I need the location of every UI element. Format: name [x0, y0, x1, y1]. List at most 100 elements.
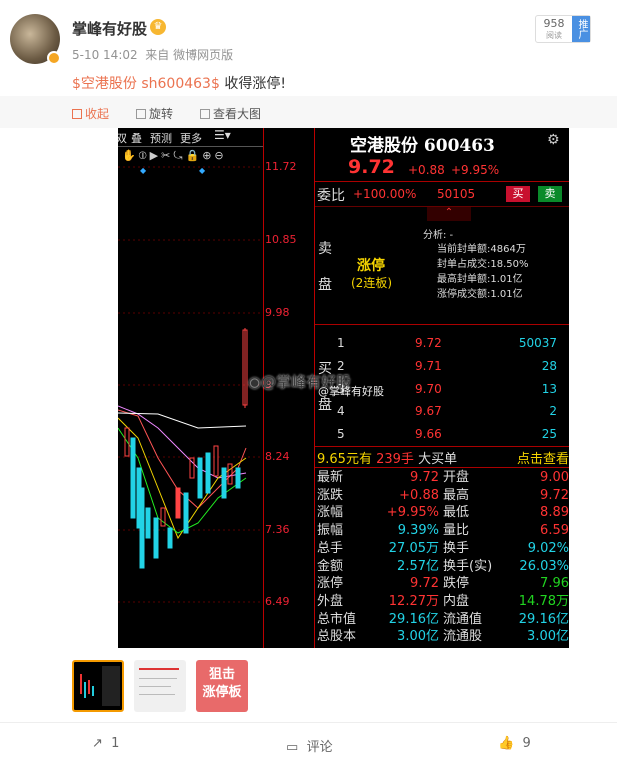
- stat-value: 29.16亿: [518, 611, 569, 627]
- price-change-pct: +9.95%: [451, 163, 500, 177]
- rotate-label: 旋转: [149, 107, 174, 121]
- crown-badge-icon: ♛: [150, 19, 166, 35]
- weibi-label: 委比: [317, 188, 345, 204]
- bid-price: 9.66: [415, 427, 442, 442]
- stat-value: 8.89: [540, 505, 569, 521]
- stat-value: 9.72: [410, 576, 439, 592]
- sell-side-label: 卖: [318, 241, 332, 257]
- thumb-text: 涨停板: [202, 685, 242, 700]
- promote-button[interactable]: 958 阅读 推广: [535, 15, 591, 43]
- stats-row: 涨跌 +0.88 最高 9.72: [317, 487, 569, 505]
- stats-row: 涨停 9.72 跌停 7.96: [317, 575, 569, 593]
- stock-name: 空港股份 600463: [350, 136, 495, 156]
- media-toolbar: 收起 旋转 查看大图: [0, 96, 617, 128]
- bid-volume: 50037: [518, 336, 557, 350]
- info-value: 18.50%: [490, 259, 529, 270]
- stat-value: 14.78万: [518, 593, 569, 609]
- info-key: 封单占成交:: [437, 259, 491, 270]
- stats-row: 外盘 12.27万 内盘 14.78万: [317, 593, 569, 611]
- bid-price: 9.71: [415, 358, 442, 373]
- price-label: 10.85: [265, 233, 297, 246]
- stat-value: 9.72: [410, 470, 439, 485]
- sell-side-label-2: 盘: [318, 277, 332, 293]
- buy-button[interactable]: 买: [506, 186, 530, 202]
- stat-value: 9.39%: [397, 523, 439, 539]
- thumbnail-1[interactable]: [72, 660, 124, 712]
- thumbs-up-icon: 👍: [498, 736, 515, 751]
- big-order-row[interactable]: 9.65元有 239手 大买单 点击查看: [317, 448, 569, 467]
- stat-label: 内盘: [443, 593, 470, 609]
- stat-label: 跌停: [443, 576, 470, 592]
- stat-label: 最低: [443, 505, 470, 521]
- big-order-price: 9.65元有: [317, 452, 372, 467]
- comment-label: 评论: [306, 740, 333, 755]
- bid-price: 9.67: [415, 404, 442, 419]
- like-count: 9: [522, 736, 531, 751]
- like-button[interactable]: 👍 9: [498, 736, 531, 751]
- verified-badge-icon: [47, 51, 61, 65]
- stat-value: 26.03%: [519, 558, 569, 574]
- bid-row: 4 9.67 2: [337, 400, 567, 423]
- settings-icon[interactable]: ⚙: [547, 132, 560, 148]
- stat-label: 最高: [443, 487, 470, 503]
- price-change: +0.88: [408, 163, 445, 177]
- stat-label: 流通值: [443, 611, 483, 627]
- stats-row: 总市值 29.16亿 流通值 29.16亿: [317, 611, 569, 629]
- limit-up-sub: (2连板): [351, 276, 392, 290]
- stat-label: 量比: [443, 523, 470, 539]
- view-details-link[interactable]: 点击查看: [517, 448, 569, 467]
- watermark-2: @掌峰有好股: [318, 385, 384, 398]
- price-label: 7.36: [265, 523, 290, 536]
- stat-label: 最新: [317, 470, 344, 485]
- bid-level: 5: [337, 427, 345, 442]
- stats-row: 振幅 9.39% 量比 6.59: [317, 522, 569, 540]
- limit-up-label: 涨停: [357, 258, 385, 274]
- source: 来自 微博网页版: [145, 48, 234, 62]
- bid-level: 4: [337, 404, 345, 419]
- stat-value: 3.00亿: [527, 629, 569, 645]
- price-label: 8.24: [265, 450, 290, 463]
- stat-value: 9.02%: [527, 540, 569, 556]
- username[interactable]: 掌峰有好股: [72, 18, 147, 39]
- stat-value: 9.72: [540, 487, 569, 503]
- bid-price: 9.70: [415, 381, 442, 396]
- stats-row: 金额 2.57亿 换手(实) 26.03%: [317, 558, 569, 576]
- collapse-button[interactable]: 收起: [72, 105, 109, 122]
- info-value: 4864万: [490, 244, 526, 255]
- stats-row: 最新 9.72 开盘 9.00: [317, 469, 569, 487]
- stat-label: 开盘: [443, 470, 470, 485]
- stat-value: 29.16亿: [388, 611, 439, 627]
- repost-icon: ↗: [92, 736, 103, 751]
- rotate-button[interactable]: 旋转: [136, 105, 173, 122]
- repost-count: 1: [111, 736, 120, 751]
- stats-row: 总股本 3.00亿 流通股 3.00亿: [317, 628, 569, 646]
- stats-row: 总手 27.05万 换手 9.02%: [317, 540, 569, 558]
- stat-value: 12.27万: [388, 593, 439, 609]
- timestamp[interactable]: 5-10 14:02: [72, 48, 138, 62]
- weibi-value: +100.00%: [353, 187, 417, 201]
- bid-row: 1 9.72 50037: [337, 332, 567, 355]
- info-key: 当前封单额:: [437, 244, 491, 255]
- stat-value: 2.57亿: [397, 558, 439, 574]
- analysis-label: 分析: -: [423, 230, 454, 241]
- current-price: 9.72: [348, 156, 395, 178]
- price-label: 11.72: [265, 160, 297, 173]
- weibo-logo-icon: ◉: [248, 373, 262, 391]
- bid-volume: 28: [541, 358, 557, 373]
- view-large-label: 查看大图: [213, 107, 262, 121]
- read-count: 958: [543, 17, 565, 30]
- post-body: 收得涨停!: [219, 76, 286, 92]
- repost-button[interactable]: ↗ 1: [92, 736, 119, 751]
- info-value: 1.01亿: [490, 289, 523, 300]
- stat-label: 换手: [443, 540, 470, 556]
- view-large-button[interactable]: 查看大图: [200, 105, 261, 122]
- info-value: 1.01亿: [490, 274, 523, 285]
- stock-tag-link[interactable]: $空港股份 sh600463$: [72, 76, 220, 92]
- sell-button[interactable]: 卖: [538, 186, 562, 202]
- thumbnail-2[interactable]: [134, 660, 186, 712]
- expand-arrow-icon[interactable]: ⌃: [427, 207, 471, 221]
- stat-label: 涨幅: [317, 505, 344, 521]
- comment-button[interactable]: ▭ 评论: [286, 736, 333, 755]
- weibi-volume: 50105: [437, 187, 476, 201]
- thumbnail-3[interactable]: 狙击 涨停板: [196, 660, 248, 712]
